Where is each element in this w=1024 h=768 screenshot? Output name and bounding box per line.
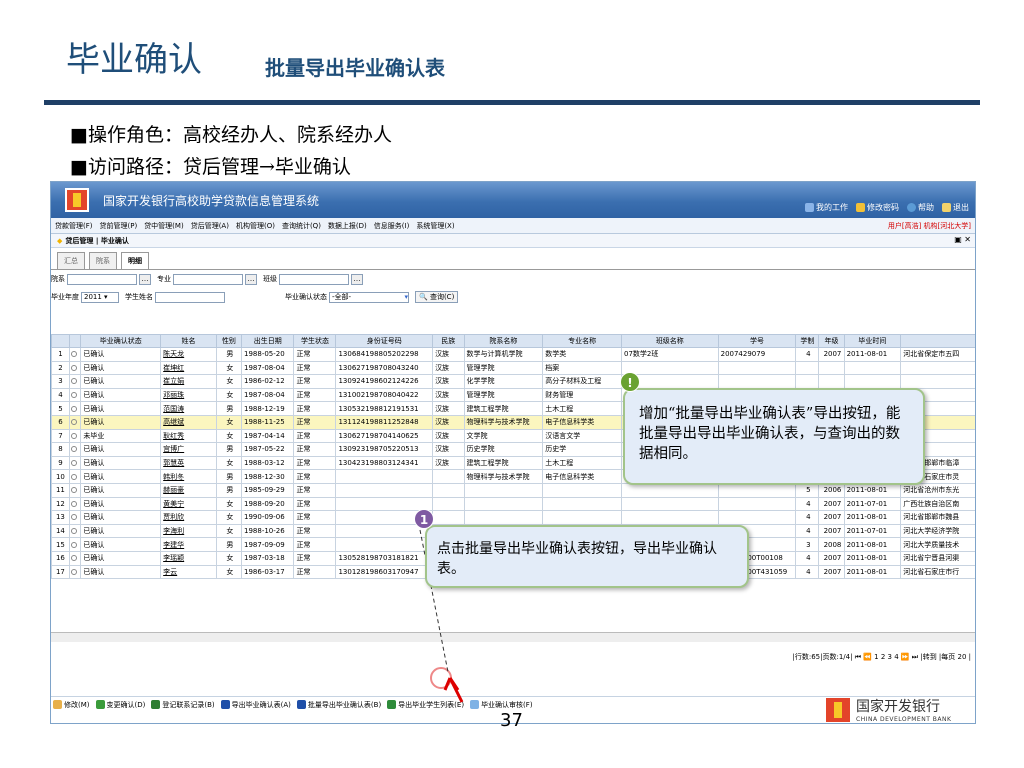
bank-logo: 国家开发银行 CHINA DEVELOPMENT BANK xyxy=(826,696,951,723)
bank-name-cn: 国家开发银行 xyxy=(856,699,940,715)
callout-feature-note: 增加“批量导出毕业确认表”导出按钮，能批量导出导出毕业确认表，与查询出的数据相同… xyxy=(623,388,925,485)
red-arrow-icon xyxy=(443,677,464,703)
callout-step-1: 点击批量导出毕业确认表按钮，导出毕业确认表。 xyxy=(425,525,749,588)
bank-name-en: CHINA DEVELOPMENT BANK xyxy=(856,716,952,723)
annotation-overlay xyxy=(419,529,464,703)
page-number: 37 xyxy=(500,710,523,731)
exclamation-badge-icon: ! xyxy=(620,372,640,392)
cdb-logo-icon xyxy=(826,697,850,722)
step-badge-1: 1 xyxy=(414,509,434,529)
